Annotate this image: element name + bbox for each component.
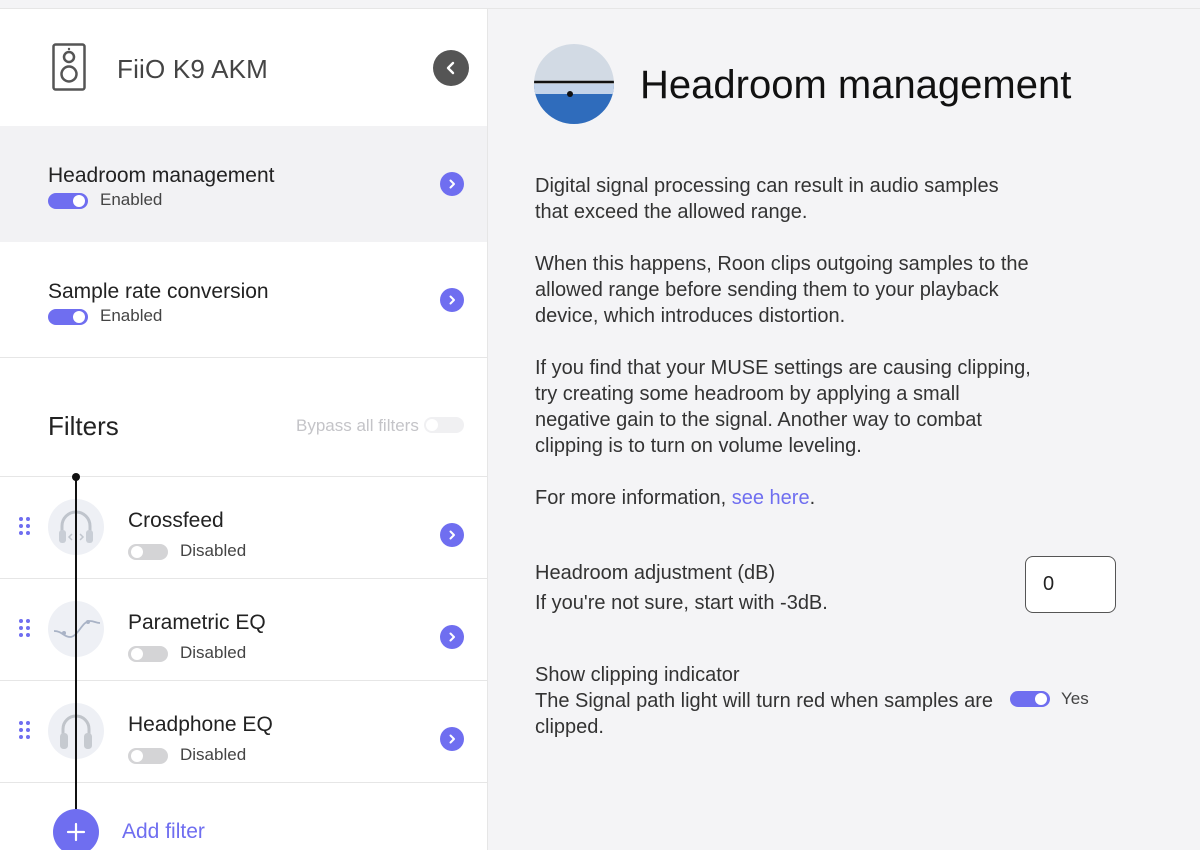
- setting-status: Enabled: [100, 190, 163, 209]
- open-sample-rate-button[interactable]: [440, 288, 464, 312]
- clipping-indicator-status: Yes: [1061, 689, 1089, 708]
- setting-title: Sample rate conversion: [48, 280, 269, 303]
- chevron-left-icon: [446, 61, 455, 75]
- signal-chain-line: [75, 477, 77, 829]
- add-filter-link[interactable]: Add filter: [122, 820, 205, 844]
- chevron-right-icon: [449, 295, 455, 305]
- filters-heading: Filters: [48, 411, 119, 441]
- open-parametric-eq-button[interactable]: [440, 625, 464, 649]
- adjustment-title: Headroom adjustment (dB): [535, 562, 776, 584]
- filter-name: Crossfeed: [128, 509, 224, 532]
- filter-name: Headphone EQ: [128, 713, 273, 736]
- drag-handle-icon[interactable]: [19, 517, 31, 537]
- back-button[interactable]: [433, 50, 469, 86]
- add-filter-button[interactable]: [53, 809, 99, 850]
- page-title: Headroom management: [640, 63, 1072, 107]
- setting-row-headroom-management[interactable]: Headroom management Enabled: [0, 126, 487, 242]
- description-paragraph: When this happens, Roon clips outgoing s…: [535, 253, 1029, 327]
- headroom-adjustment-input[interactable]: [1025, 556, 1116, 613]
- headroom-meter-icon: [534, 44, 614, 124]
- bypass-all-filters-toggle[interactable]: [424, 417, 464, 433]
- filter-status: Disabled: [180, 643, 247, 662]
- device-header: FiiO K9 AKM: [0, 9, 487, 126]
- chevron-right-icon: [449, 632, 455, 642]
- open-headphone-eq-button[interactable]: [440, 727, 464, 751]
- speaker-icon: [52, 43, 86, 91]
- more-info-suffix: .: [809, 487, 816, 509]
- filter-name: Parametric EQ: [128, 611, 266, 634]
- filter-row-headphone-eq[interactable]: Headphone EQ Disabled: [0, 681, 487, 783]
- adjustment-hint: If you're not sure, start with -3dB.: [535, 592, 828, 614]
- detail-panel: Headroom management Digital signal proce…: [488, 8, 1200, 850]
- clipping-indicator-title: Show clipping indicator: [535, 664, 740, 686]
- headroom-toggle[interactable]: [48, 193, 88, 209]
- description: Digital signal processing can result in …: [535, 173, 1035, 537]
- chevron-right-icon: [449, 734, 455, 744]
- sample-rate-toggle[interactable]: [48, 309, 88, 325]
- open-crossfeed-button[interactable]: [440, 523, 464, 547]
- crossfeed-toggle[interactable]: [128, 544, 168, 560]
- filter-row-parametric-eq[interactable]: Parametric EQ Disabled: [0, 579, 487, 681]
- parametric-eq-toggle[interactable]: [128, 646, 168, 662]
- chevron-right-icon: [449, 179, 455, 189]
- setting-status: Enabled: [100, 306, 163, 325]
- clipping-indicator-description: The Signal path light will turn red when…: [535, 690, 994, 738]
- drag-handle-icon[interactable]: [19, 619, 31, 639]
- plus-icon: [66, 822, 86, 842]
- device-name: FiiO K9 AKM: [117, 54, 269, 84]
- filter-status: Disabled: [180, 541, 247, 560]
- chevron-right-icon: [449, 530, 455, 540]
- headroom-adjustment-label: Headroom adjustment (dB) If you're not s…: [535, 558, 828, 618]
- filter-status: Disabled: [180, 745, 247, 764]
- description-paragraph: Digital signal processing can result in …: [535, 175, 999, 223]
- more-info: For more information, see here.: [535, 485, 1035, 511]
- open-headroom-button[interactable]: [440, 172, 464, 196]
- more-info-prefix: For more information,: [535, 487, 732, 509]
- signal-chain-dot: [72, 473, 80, 481]
- setting-title: Headroom management: [48, 164, 275, 187]
- description-paragraph: If you find that your MUSE settings are …: [535, 357, 1031, 457]
- sidebar: FiiO K9 AKM Headroom management Enabled …: [0, 8, 488, 850]
- drag-handle-icon[interactable]: [19, 721, 31, 741]
- see-here-link[interactable]: see here: [732, 487, 810, 509]
- clipping-indicator-toggle[interactable]: [1010, 691, 1050, 707]
- bypass-all-filters-label: Bypass all filters: [296, 416, 419, 435]
- setting-row-sample-rate-conversion[interactable]: Sample rate conversion Enabled: [0, 242, 487, 358]
- headphone-eq-toggle[interactable]: [128, 748, 168, 764]
- filter-row-crossfeed[interactable]: Crossfeed Disabled: [0, 477, 487, 579]
